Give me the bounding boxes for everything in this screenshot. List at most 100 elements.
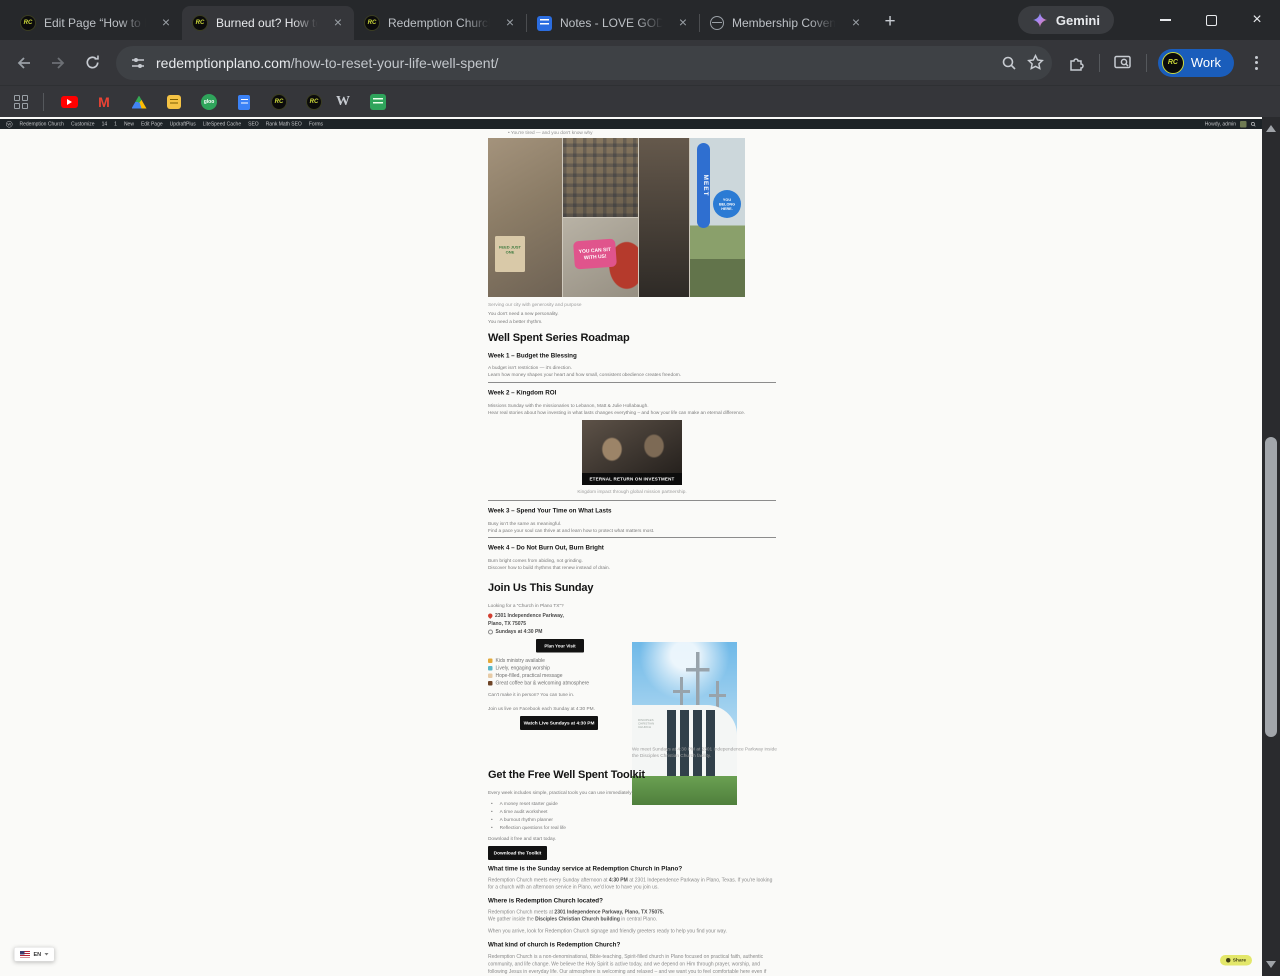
scrollbar-track[interactable]	[1262, 117, 1280, 976]
admin-rank-math[interactable]: Rank Math SEO	[266, 121, 302, 127]
address-bar[interactable]: redemptionplano.com/how-to-reset-your-li…	[116, 46, 1052, 80]
download-toolkit-button[interactable]: Download the Toolkit	[488, 846, 547, 860]
church-sign-text: DISCIPLES CHRISTIAN CHURCH	[638, 719, 660, 730]
intro-line: You don't need a new personality.	[488, 311, 559, 317]
admin-forms[interactable]: Forms	[309, 121, 323, 127]
live-line: Join us live on Facebook each Sunday at …	[488, 706, 595, 712]
bookmark-rc-icon-2[interactable]: RC	[304, 92, 324, 112]
week4-heading: Week 4 – Do Not Burn Out, Burn Bright	[488, 544, 604, 551]
tab-redemption-church[interactable]: RC Redemption Church | ×	[354, 6, 526, 40]
menu-kebab-icon[interactable]	[1240, 47, 1272, 79]
bookmark-w-icon[interactable]: W	[333, 92, 353, 112]
join-bullet: Great coffee bar & welcoming atmosphere	[488, 681, 589, 687]
bookmark-youtube-icon[interactable]	[59, 92, 79, 112]
bookmark-keep-icon[interactable]	[164, 92, 184, 112]
faq2-question: Where is Redemption Church located?	[488, 897, 603, 904]
tab-edit-page[interactable]: RC Edit Page “How to Res ×	[10, 6, 182, 40]
join-bullet: Kids ministry available	[488, 658, 545, 664]
bookmark-docs-icon[interactable]	[234, 92, 254, 112]
week1-line: Learn how money shapes your heart and ho…	[488, 372, 681, 378]
pin-icon	[487, 613, 493, 619]
bookmark-rc-icon[interactable]: RC	[269, 92, 289, 112]
admin-edit-page[interactable]: Edit Page	[141, 121, 163, 127]
tab-membership-covenant[interactable]: Membership Covenan ×	[700, 6, 872, 40]
week4-line: Discover how to build rhythms that renew…	[488, 565, 610, 571]
tab-close-icon[interactable]: ×	[330, 15, 346, 31]
tab-burned-out-active[interactable]: RC Burned out? How to R ×	[182, 6, 354, 40]
coffee-icon	[488, 681, 493, 686]
cross-icon	[686, 668, 710, 672]
admin-cache[interactable]: LiteSpeed Cache	[203, 121, 241, 127]
profile-button[interactable]: RC Work	[1158, 49, 1234, 77]
tab-title: Burned out? How to R	[216, 16, 322, 30]
plan-your-visit-button[interactable]: Plan Your Visit	[536, 639, 584, 653]
tab-notes[interactable]: Notes - LOVE GOD Sta ×	[527, 6, 699, 40]
gemini-button[interactable]: Gemini	[1018, 6, 1114, 34]
article-content: You're tired — and you don't know why FE…	[488, 130, 776, 976]
extensions-puzzle-icon[interactable]	[1060, 47, 1092, 79]
join-heading: Join Us This Sunday	[488, 581, 593, 594]
week3-heading: Week 3 – Spend Your Time on What Lasts	[488, 507, 612, 514]
refresh-icon[interactable]	[76, 47, 108, 79]
back-icon[interactable]	[8, 47, 40, 79]
admin-howdy[interactable]: Howdy, admin	[1205, 121, 1236, 127]
tab-close-icon[interactable]: ×	[675, 15, 691, 31]
faq3-answer: Redemption Church is a non-denominationa…	[488, 953, 778, 976]
admin-search-icon[interactable]	[1251, 121, 1257, 127]
toolkit-item: Reflection questions for real life	[488, 825, 566, 831]
toolbar-divider	[1146, 54, 1147, 72]
tab-close-icon[interactable]: ×	[848, 15, 864, 31]
profile-avatar: RC	[1162, 52, 1184, 74]
watch-live-button[interactable]: Watch Live Sundays at 4:30 PM	[520, 716, 598, 730]
collage-sign-photo: YOU CAN SIT WITH US!	[563, 218, 638, 297]
zoom-indicator-icon[interactable]	[1001, 55, 1017, 71]
url-text: redemptionplano.com/how-to-reset-your-li…	[156, 55, 991, 71]
cross-icon	[673, 690, 690, 693]
kingdom-roi-image: ETERNAL RETURN ON INVESTMENT	[582, 420, 682, 485]
bookmark-star-icon[interactable]	[1027, 54, 1044, 71]
profile-label: Work	[1191, 55, 1221, 70]
church-image-caption: We meet Sundays at 4:30 PM at 2301 Indep…	[632, 746, 778, 759]
week1-heading: Week 1 – Budget the Blessing	[488, 352, 577, 359]
toolkit-heading: Get the Free Well Spent Toolkit	[488, 768, 645, 781]
close-window-button[interactable]: ×	[1234, 0, 1280, 40]
rc-favicon: RC	[192, 15, 208, 31]
wordpress-logo-icon[interactable]: W	[6, 121, 13, 128]
tab-close-icon[interactable]: ×	[158, 15, 174, 31]
bookmark-list-icon[interactable]	[368, 92, 388, 112]
church-lawn	[632, 776, 737, 805]
admin-updraftplus[interactable]: UpdraftPlus	[170, 121, 196, 127]
restore-button[interactable]	[1188, 0, 1234, 40]
admin-comments-count[interactable]: 1	[114, 121, 117, 127]
faq2-answer-line: Redemption Church meets at 2301 Independ…	[488, 909, 776, 916]
scroll-down-arrow[interactable]	[1266, 961, 1276, 968]
share-button[interactable]: Share	[1220, 955, 1252, 966]
forward-icon[interactable]	[42, 47, 74, 79]
admin-customize[interactable]: Customize	[71, 121, 95, 127]
admin-seo[interactable]: SEO	[248, 121, 259, 127]
address-line-1: 2301 Independence Parkway,	[488, 613, 564, 619]
bookmark-gloo-icon[interactable]: gloo	[199, 92, 219, 112]
language-selector[interactable]: EN	[14, 947, 55, 962]
tab-close-icon[interactable]: ×	[502, 15, 518, 31]
bookmark-drive-icon[interactable]	[129, 92, 149, 112]
bookmark-gmail-icon[interactable]: M	[94, 92, 114, 112]
side-panel-search-icon[interactable]	[1107, 47, 1139, 79]
service-time-line: Sundays at 4:30 PM	[488, 629, 542, 635]
minimize-button[interactable]	[1142, 0, 1188, 40]
scrollbar-thumb[interactable]	[1265, 437, 1277, 737]
admin-new[interactable]: New	[124, 121, 134, 127]
apps-grid-icon[interactable]	[14, 95, 28, 109]
admin-updates-count[interactable]: 14	[102, 121, 108, 127]
new-tab-button[interactable]: +	[876, 8, 904, 36]
globe-favicon	[710, 16, 724, 30]
language-label: EN	[34, 951, 42, 957]
admin-site-name[interactable]: Redemption Church	[20, 121, 64, 127]
feed-box: FEED JUST ONE	[495, 236, 525, 272]
tab-title: Edit Page “How to Res	[44, 16, 150, 30]
scroll-up-arrow[interactable]	[1266, 125, 1276, 132]
meet-flag: MEET	[697, 143, 710, 228]
site-info-icon[interactable]	[130, 55, 146, 71]
section-divider	[488, 537, 776, 538]
week2-heading: Week 2 – Kingdom ROI	[488, 389, 556, 396]
